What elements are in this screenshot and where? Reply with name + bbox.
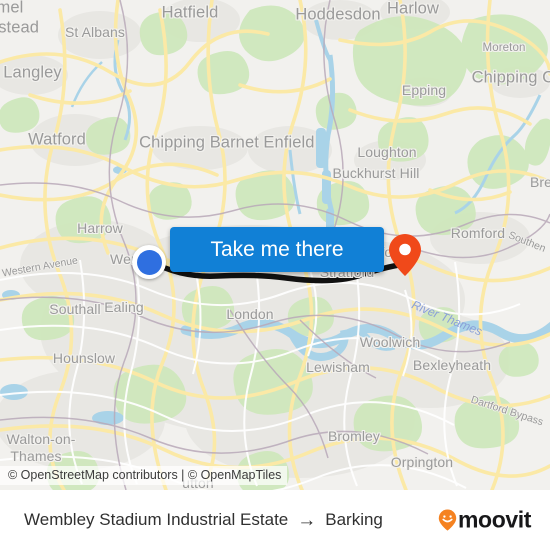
- origin-dot: [136, 249, 162, 275]
- take-me-there-button[interactable]: Take me there: [170, 227, 384, 272]
- destination-marker[interactable]: [388, 233, 422, 277]
- arrow-right-icon: →: [297, 509, 317, 531]
- moovit-trip-map-screen: melnsteadSt AlbansHatfieldHoddesdonHarlo…: [0, 0, 550, 550]
- map-attribution[interactable]: © OpenStreetMap contributors | © OpenMap…: [0, 466, 288, 485]
- trip-origin-label: Wembley Stadium Industrial Estate: [24, 510, 289, 529]
- moovit-logo[interactable]: moovit: [438, 507, 531, 534]
- trip-summary: Wembley Stadium Industrial Estate → Bark…: [24, 510, 383, 530]
- footer-bar: Wembley Stadium Industrial Estate → Bark…: [0, 490, 550, 550]
- map-container[interactable]: melnsteadSt AlbansHatfieldHoddesdonHarlo…: [0, 0, 550, 490]
- moovit-wordmark: moovit: [458, 506, 531, 533]
- origin-marker[interactable]: [132, 245, 166, 279]
- moovit-pin-icon: [438, 509, 457, 532]
- trip-destination-label: Barking: [325, 510, 383, 529]
